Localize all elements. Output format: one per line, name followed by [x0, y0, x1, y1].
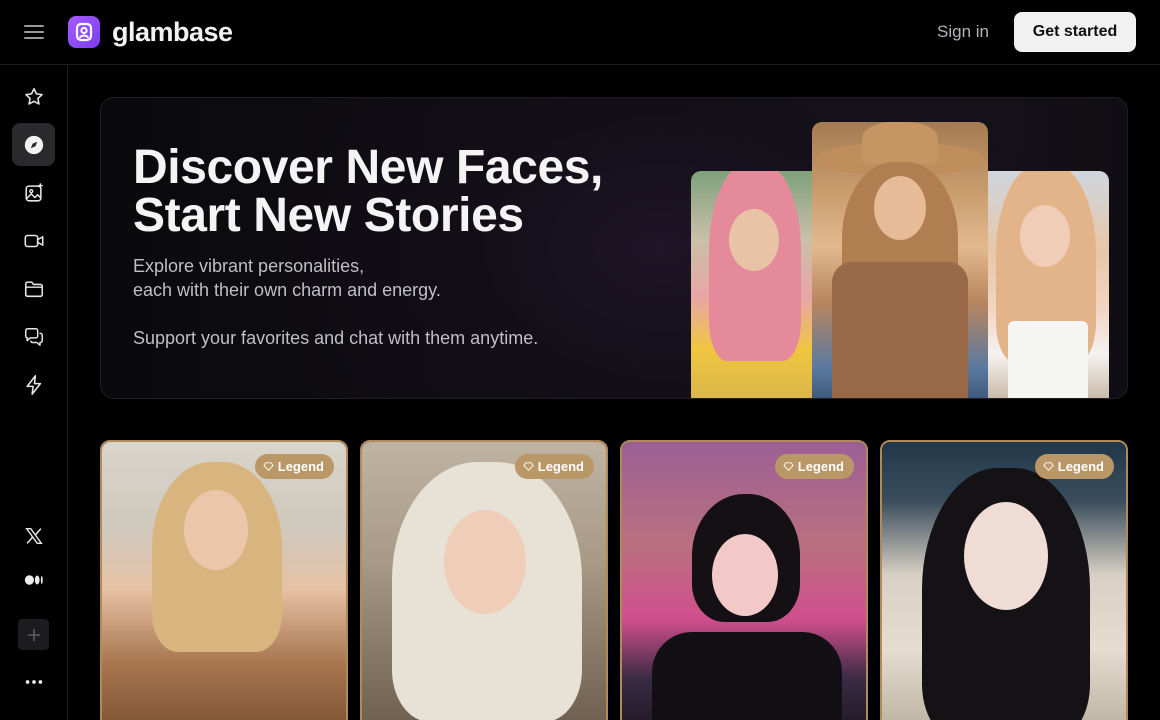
medium-social-link[interactable]	[12, 558, 55, 601]
legend-badge: Legend	[1034, 454, 1114, 479]
character-card-3[interactable]: Legend	[620, 440, 868, 720]
character-card-2[interactable]: Legend	[360, 440, 608, 720]
badge-label: Legend	[797, 459, 844, 474]
compass-icon	[24, 135, 43, 154]
sidebar-item-boost[interactable]	[12, 363, 55, 406]
sign-in-link[interactable]: Sign in	[922, 20, 1004, 44]
badge-label: Legend	[1057, 459, 1104, 474]
plus-icon	[27, 628, 40, 641]
hero-subtitle-line-2: each with their own charm and energy.	[133, 280, 441, 300]
hero-subtitle: Explore vibrant personalities, each with…	[133, 254, 653, 302]
video-icon	[24, 234, 43, 247]
hero-title: Discover New Faces, Start New Stories	[133, 144, 693, 240]
badge-label: Legend	[537, 459, 584, 474]
hero-title-line-2: Start New Stories	[133, 189, 524, 242]
top-header: glambase Sign in Get started	[0, 0, 1160, 65]
legend-badge: Legend	[774, 454, 854, 479]
x-social-link[interactable]	[12, 514, 55, 557]
sidebar-item-videos[interactable]	[12, 219, 55, 262]
diamond-icon	[1043, 462, 1054, 471]
brand-logo[interactable]: glambase	[68, 16, 233, 48]
character-card-4[interactable]: Legend	[880, 440, 1128, 720]
badge-label: Legend	[277, 459, 324, 474]
bolt-icon	[25, 374, 41, 395]
legend-badge: Legend	[254, 454, 334, 479]
star-icon	[24, 87, 43, 105]
diamond-icon	[783, 462, 794, 471]
diamond-icon	[523, 462, 534, 471]
menu-icon[interactable]	[22, 22, 46, 42]
hero-support-text: Support your favorites and chat with the…	[133, 328, 539, 348]
more-icon	[25, 679, 42, 684]
legend-badge: Legend	[514, 454, 594, 479]
hero-title-line-1: Discover New Faces,	[133, 141, 603, 194]
x-logo-icon	[24, 527, 43, 544]
sidebar-item-explore[interactable]	[12, 123, 55, 166]
character-card-1[interactable]: Legend	[100, 440, 348, 720]
sidebar-item-chats[interactable]	[12, 315, 55, 358]
hero-photo-right	[986, 171, 1109, 398]
medium-logo-icon	[24, 574, 43, 585]
sidebar-item-collections[interactable]	[12, 267, 55, 310]
chat-icon	[24, 327, 43, 346]
hero-photo-center	[812, 122, 988, 398]
sidebar-item-images[interactable]	[12, 171, 55, 214]
hero-subtitle-line-1: Explore vibrant personalities,	[133, 256, 365, 276]
sidebar-item-favorites[interactable]	[12, 75, 55, 118]
hero-banner: Discover New Faces, Start New Stories Ex…	[100, 97, 1128, 399]
logo-mark-icon	[68, 16, 100, 48]
diamond-icon	[263, 462, 274, 471]
add-button[interactable]	[18, 619, 49, 650]
brand-name: glambase	[112, 16, 233, 47]
more-button[interactable]	[12, 660, 55, 703]
sidebar	[0, 65, 68, 720]
get-started-button[interactable]: Get started	[1014, 12, 1136, 52]
image-plus-icon	[24, 182, 43, 202]
folder-icon	[24, 280, 43, 297]
hero-photo-left	[691, 171, 813, 398]
